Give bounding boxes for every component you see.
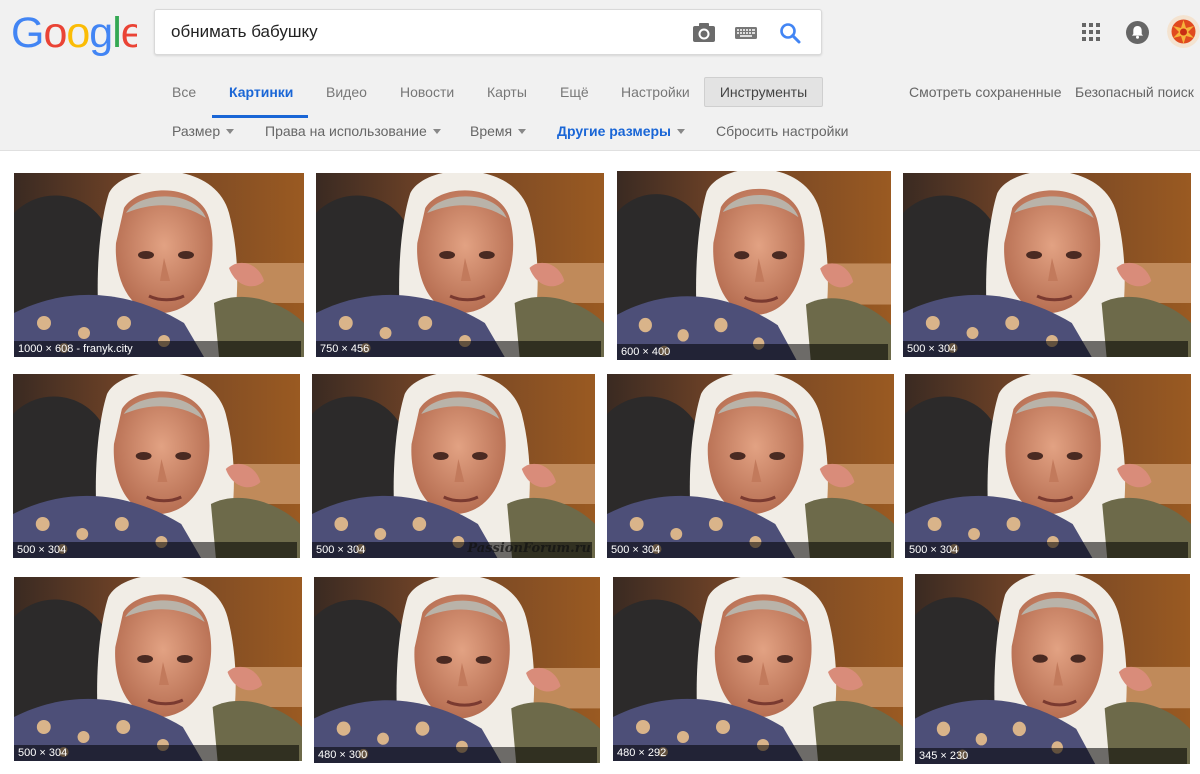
image-dimensions-label: 750 × 456	[316, 341, 601, 357]
avatar[interactable]	[1167, 15, 1200, 48]
bell-icon[interactable]	[1126, 21, 1149, 44]
photo-image	[312, 374, 595, 558]
other-sizes-filter[interactable]: Другие размеры	[557, 123, 686, 139]
tab-news[interactable]: Новости	[400, 84, 454, 100]
time-filter[interactable]: Время	[470, 123, 527, 139]
chevron-down-icon	[677, 129, 686, 134]
usage-rights-label: Права на использование	[265, 123, 427, 139]
size-filter-label: Размер	[172, 123, 221, 139]
reset-filters-link[interactable]: Сбросить настройки	[716, 123, 848, 139]
tools-button[interactable]: Инструменты	[704, 77, 823, 107]
image-result[interactable]: 480 × 300	[314, 577, 600, 763]
other-sizes-label: Другие размеры	[557, 123, 672, 139]
image-result[interactable]: PassionForum.ru500 × 304	[312, 374, 595, 558]
image-result[interactable]: 500 × 304	[607, 374, 894, 558]
tab-maps[interactable]: Карты	[487, 84, 527, 100]
image-result[interactable]: 750 × 456	[316, 173, 604, 357]
tab-more[interactable]: Ещё	[560, 84, 589, 100]
image-dimensions-label: 500 × 304	[905, 542, 1188, 558]
image-dimensions-label: 500 × 304	[607, 542, 891, 558]
photo-image	[14, 173, 304, 357]
tab-images[interactable]: Картинки	[229, 84, 293, 100]
image-dimensions-label: 1000 × 608 - franyk.city	[14, 341, 301, 357]
image-result[interactable]: 345 × 230	[915, 574, 1190, 764]
image-result[interactable]: 1000 × 608 - franyk.city	[14, 173, 304, 357]
chevron-down-icon	[432, 129, 441, 134]
image-result[interactable]: 600 × 400	[617, 171, 891, 360]
header: Google обнимать бабушку Все Картинки Вид…	[0, 0, 1200, 151]
image-result[interactable]: 500 × 304	[905, 374, 1191, 558]
photo-image	[13, 374, 300, 558]
photo-image	[314, 577, 600, 763]
tab-settings[interactable]: Настройки	[621, 84, 690, 100]
photo-image	[613, 577, 903, 761]
apps-grid-icon[interactable]	[1081, 22, 1101, 42]
usage-rights-filter[interactable]: Права на использование	[265, 123, 441, 139]
image-dimensions-label: 600 × 400	[617, 344, 888, 360]
safe-search-dropdown[interactable]: Безопасный поиск	[1075, 84, 1200, 100]
image-dimensions-label: 500 × 304	[14, 745, 299, 761]
photo-image	[903, 173, 1191, 357]
photo-image	[607, 374, 894, 558]
image-dimensions-label: 500 × 304	[13, 542, 297, 558]
camera-icon[interactable]	[691, 20, 717, 46]
search-box	[154, 9, 822, 55]
google-logo[interactable]: Google	[11, 9, 137, 57]
active-tab-underline	[212, 115, 308, 118]
safe-search-label: Безопасный поиск	[1075, 84, 1194, 100]
time-filter-label: Время	[470, 123, 513, 139]
image-dimensions-label: 500 × 304	[312, 542, 592, 558]
image-dimensions-label: 480 × 300	[314, 747, 597, 763]
search-input[interactable]	[171, 10, 671, 54]
chevron-down-icon	[518, 129, 527, 134]
tab-all[interactable]: Все	[172, 84, 196, 100]
image-dimensions-label: 345 × 230	[915, 748, 1187, 764]
saved-images-link[interactable]: Смотреть сохраненные	[909, 84, 1062, 100]
svg-text:Google: Google	[11, 9, 137, 57]
chevron-down-icon	[226, 129, 235, 134]
image-result[interactable]: 500 × 304	[14, 577, 302, 761]
photo-image	[915, 574, 1190, 764]
image-result[interactable]: 500 × 304	[13, 374, 300, 558]
image-result[interactable]: 480 × 292	[613, 577, 903, 761]
image-dimensions-label: 480 × 292	[613, 745, 900, 761]
size-filter[interactable]: Размер	[172, 123, 235, 139]
photo-image	[617, 171, 891, 360]
photo-image	[14, 577, 302, 761]
image-result[interactable]: 500 × 304	[903, 173, 1191, 357]
photo-image	[316, 173, 604, 357]
tab-videos[interactable]: Видео	[326, 84, 367, 100]
search-icon[interactable]	[777, 20, 803, 46]
photo-image	[905, 374, 1191, 558]
keyboard-icon[interactable]	[733, 20, 759, 46]
image-dimensions-label: 500 × 304	[903, 341, 1188, 357]
